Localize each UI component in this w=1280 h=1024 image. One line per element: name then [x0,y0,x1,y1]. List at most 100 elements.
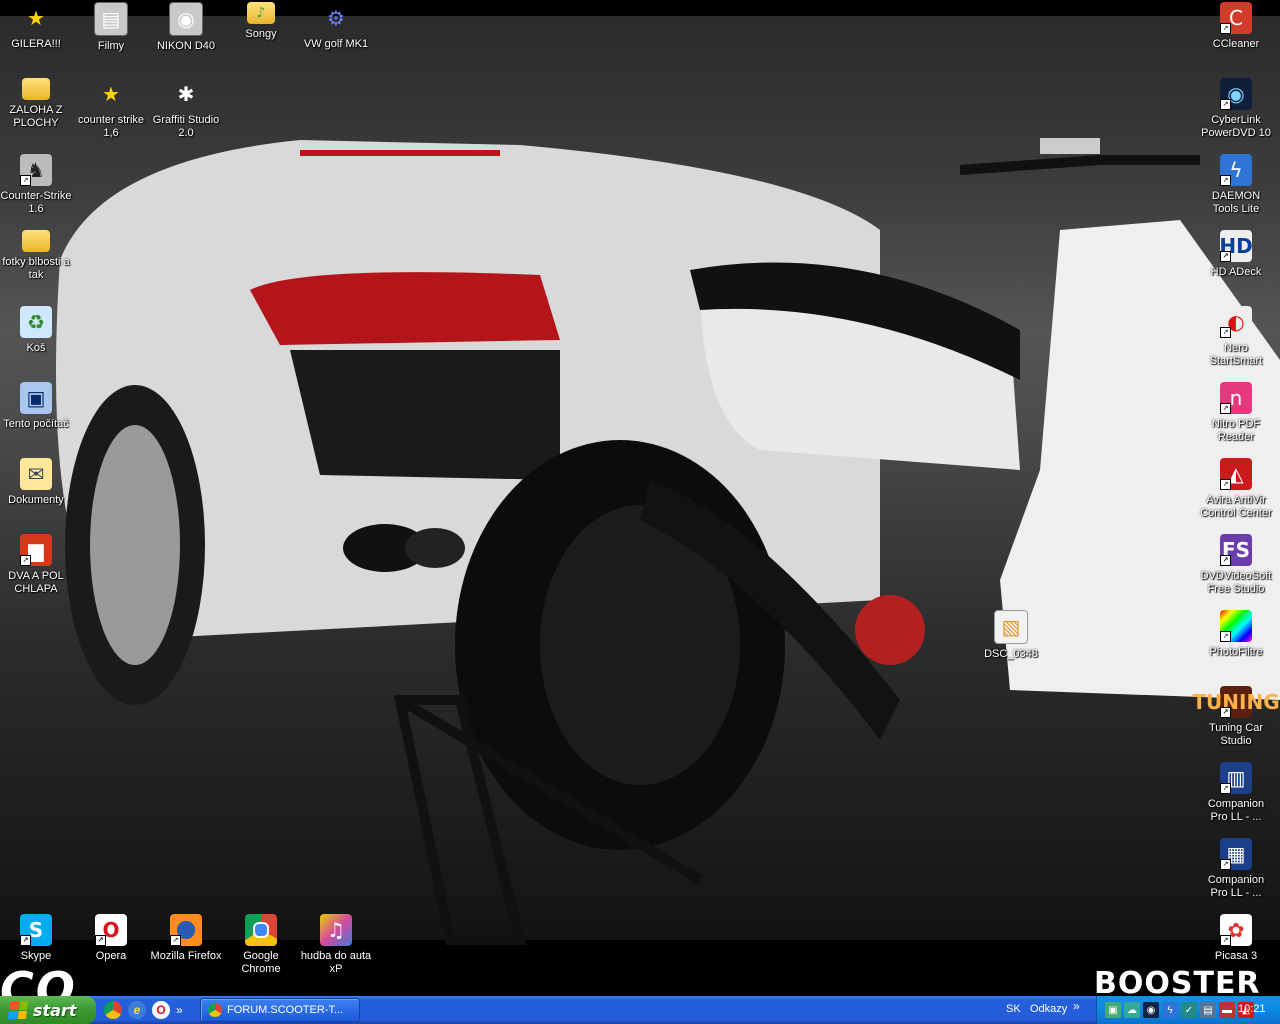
desktop-icon-counter-strike-folder[interactable]: ★ counter strike 1,6 [73,78,149,140]
links-toolbar-label[interactable]: Odkazy [1030,1003,1067,1015]
shortcut-arrow-icon: ↗ [1220,935,1231,946]
desktop-icon-label: hudba do auta xP [300,950,372,975]
quick-launch-bar: e O » [104,1000,186,1020]
cyberlink-icon: ◉ ↗ [1220,78,1252,110]
links-more-button[interactable]: » [1073,999,1080,1013]
desktop-icon-powerdvd[interactable]: ◉ ↗ CyberLink PowerDVD 10 [1198,78,1274,140]
safely-remove-icon[interactable]: ▬ [1219,1002,1235,1018]
taskbar-window-label: FORUM.SCOOTER-T... [227,1004,344,1016]
image-file-icon: ▧ [994,610,1028,644]
desktop-icon-label: Dokumenty [8,494,64,506]
star-icon: ★ [102,82,120,106]
shortcut-arrow-icon: ↗ [170,935,181,946]
language-indicator[interactable]: SK [1006,1003,1021,1015]
start-label: start [33,1000,77,1020]
start-button[interactable]: start [0,996,96,1024]
desktop-icon-free-studio[interactable]: FS ↗ DVDVideoSoft Free Studio [1198,534,1274,596]
quick-launch-more-button[interactable]: » [176,1003,186,1017]
desktop-icon-companion-1[interactable]: ▥ ↗ Companion Pro LL - ... [1198,762,1274,824]
shortcut-arrow-icon: ↗ [1220,23,1231,34]
desktop-icon-chrome[interactable]: Google Chrome [223,914,299,976]
desktop-icon-label: GILERA!!! [11,38,61,50]
desktop-icon-dva-a-pol-chlapa[interactable]: ▆ ↗ DVA A POL CHLAPA [0,534,74,596]
shortcut-arrow-icon: ↗ [1220,783,1231,794]
chrome-icon[interactable] [104,1001,122,1019]
desktop-icon-label: DVDVideoSoft Free Studio [1200,570,1272,595]
chrome-icon [208,1003,222,1017]
desktop-icon-skype[interactable]: S ↗ Skype [0,914,74,963]
cyberlink-tray-icon[interactable]: ◉ [1143,1002,1159,1018]
folder-icon [22,78,50,100]
desktop-icon-hudba[interactable]: ♫ hudba do auta xP [298,914,374,976]
desktop-icon-label: VW golf MK1 [303,38,369,50]
hd-adeck-icon: HD ↗ [1219,230,1253,262]
desktop-icon-hd-adeck[interactable]: HD ↗ HD ADeck [1198,230,1274,279]
daemon-tray-icon[interactable]: ϟ [1162,1002,1178,1018]
taskbar-window-forum-scooter[interactable]: FORUM.SCOOTER-T... [200,998,360,1022]
tuning-car-icon: TUNING ↗ [1192,686,1280,718]
shortcut-arrow-icon: ↗ [20,935,31,946]
clock[interactable]: 10:21 [1238,1003,1266,1015]
desktop-icon-gilera[interactable]: ★ GILERA!!! [0,2,74,51]
desktop-icon-label: Opera [95,950,127,962]
desktop-icon-nikon-d40[interactable]: ◉ NIKON D40 [148,2,224,53]
desktop-icon-label: DSC_0348 [984,648,1038,660]
desktop-icon-filmy[interactable]: ▤ Filmy [73,2,149,53]
desktop-icon-photofiltre[interactable]: ↗ PhotoFiltre [1198,610,1274,659]
desktop-icon-fotky[interactable]: fotky blbosti a tak [0,230,74,282]
opera-icon: O ↗ [95,914,127,946]
skype-icon: S ↗ [20,914,52,946]
desktop-icon-ccleaner[interactable]: C ↗ CCleaner [1198,2,1274,51]
desktop-icon-label: Nitro PDF Reader [1211,418,1261,443]
shortcut-arrow-icon: ↗ [1220,327,1231,338]
desktop-icon-firefox[interactable]: ↗ Mozilla Firefox [148,914,224,963]
desktop-icon-label: Google Chrome [241,950,281,975]
desktop-icon-label: ZALOHA Z PLOCHY [9,104,63,129]
desktop-icon-documents[interactable]: ✉ Dokumenty [0,458,74,507]
desktop-icon-label: DAEMON Tools Lite [1211,190,1261,215]
desktop-icon-songy[interactable]: ♪ Songy [223,2,299,41]
desktop-icon-avira[interactable]: ◭ ↗ Avira AntiVir Control Center [1198,458,1274,520]
desktop-icon-daemon-tools[interactable]: ϟ ↗ DAEMON Tools Lite [1198,154,1274,216]
desktop-icon-label: Graffiti Studio 2.0 [152,114,220,139]
opera-icon[interactable]: O [152,1001,170,1019]
messenger-icon[interactable]: ☁ [1124,1002,1140,1018]
desktop-icon-nitro-pdf[interactable]: n ↗ Nitro PDF Reader [1198,382,1274,444]
security-icon[interactable]: ✓ [1181,1002,1197,1018]
spray-icon: ✱ [177,82,195,106]
counter-strike-icon: ♞ ↗ [20,154,52,186]
desktop-icon-picasa[interactable]: ✿ ↗ Picasa 3 [1198,914,1274,963]
shortcut-arrow-icon: ↗ [1220,175,1231,186]
desktop-icon-graffiti-studio[interactable]: ✱ Graffiti Studio 2.0 [148,78,224,140]
speaker-icon[interactable]: ▤ [1200,1002,1216,1018]
desktop-wallpaper: CO BOOSTER [0,0,1280,996]
desktop-icon-label: Companion Pro LL - ... [1207,874,1265,899]
internet-explorer-icon[interactable]: e [128,1001,146,1019]
desktop-icon-zaloha[interactable]: ZALOHA Z PLOCHY [0,78,74,130]
shortcut-arrow-icon: ↗ [95,935,106,946]
desktop-icon-label: Picasa 3 [1214,950,1258,962]
desktop-icon-my-computer[interactable]: ▣ Tento počítač [0,382,74,431]
desktop-icon-tuning-car-studio[interactable]: TUNING ↗ Tuning Car Studio [1192,686,1280,748]
wallpaper-brand-left: CO [0,962,77,996]
desktop-icon-label: Nero StartSmart [1209,342,1263,367]
shortcut-arrow-icon: ↗ [20,175,31,186]
taskbar: start e O » FORUM.SCOOTER-T... SK Odkazy… [0,996,1280,1024]
desktop-icon-opera[interactable]: O ↗ Opera [73,914,149,963]
star-icon: ★ [27,6,45,30]
desktop-icon-vw-golf[interactable]: ⚙ VW golf MK1 [298,2,374,51]
music-folder-icon: ♪ [247,2,275,24]
desktop-icon-counter-strike[interactable]: ♞ ↗ Counter-Strike 1.6 [0,154,74,216]
photofiltre-icon: ↗ [1220,610,1252,642]
gear-icon: ⚙ [327,6,345,30]
desktop-icon-dsc-0348[interactable]: ▧ DSC_0348 [973,610,1049,661]
ccleaner-icon: C ↗ [1220,2,1252,34]
desktop-icon-label: Skype [20,950,52,962]
network-icon[interactable]: ▣ [1105,1002,1121,1018]
car-wallpaper-image [56,138,1280,945]
shortcut-arrow-icon: ↗ [1220,859,1231,870]
desktop-icon-companion-2[interactable]: ▦ ↗ Companion Pro LL - ... [1198,838,1274,900]
desktop-icon-label: Koš [26,342,46,354]
desktop-icon-nero[interactable]: ◐ ↗ Nero StartSmart [1198,306,1274,368]
desktop-icon-recycle-bin[interactable]: ♻ Koš [0,306,74,355]
